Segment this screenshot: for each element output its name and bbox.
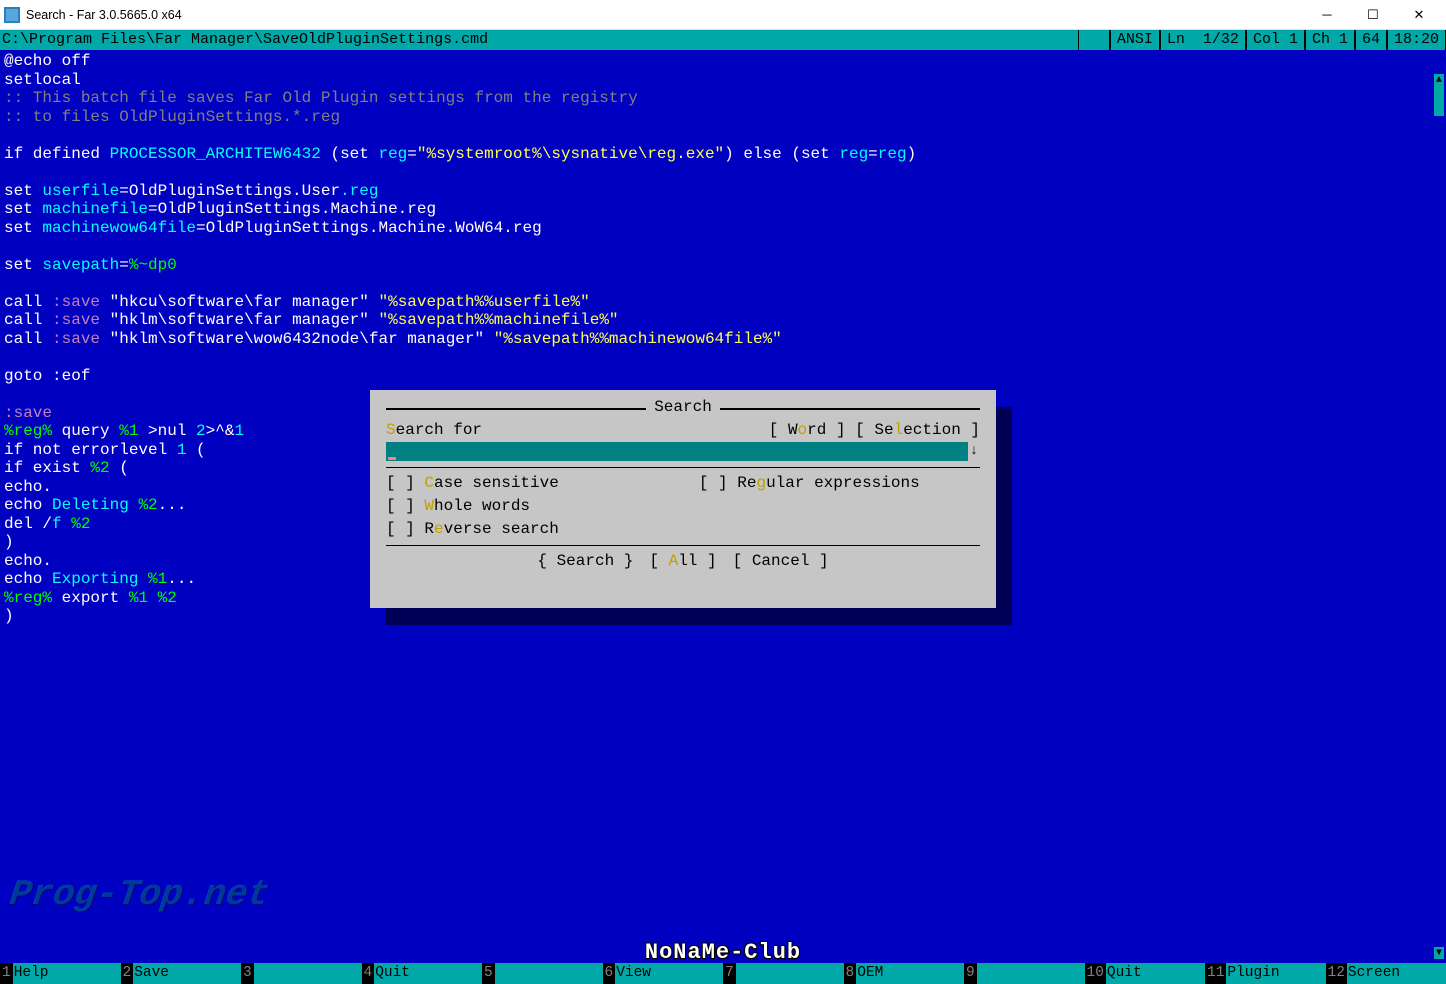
code-line: setlocal (4, 71, 81, 89)
f6-key[interactable]: 6View (603, 963, 724, 984)
search-input[interactable] (386, 442, 968, 461)
code-comment: :: to files OldPluginSettings.*.reg (4, 108, 340, 126)
window-titlebar: Search - Far 3.0.5665.0 x64 ─ ☐ ✕ (0, 0, 1446, 30)
close-button[interactable]: ✕ (1396, 1, 1442, 29)
function-key-bar: 1Help 2Save 3 4Quit 5 6View 7 8OEM 9 10Q… (0, 963, 1446, 984)
f4-key[interactable]: 4Quit (362, 963, 483, 984)
code-comment: :: This batch file saves Far Old Plugin … (4, 89, 638, 107)
f9-key[interactable]: 9 (964, 963, 1085, 984)
f1-key[interactable]: 1Help (0, 963, 121, 984)
selection-option[interactable]: [ Selection ] (846, 421, 980, 440)
cancel-button[interactable]: [ Cancel ] (729, 552, 833, 571)
f5-key[interactable]: 5 (482, 963, 603, 984)
f10-key[interactable]: 10Quit (1085, 963, 1206, 984)
app-icon (4, 7, 20, 23)
codepage: 64 (1355, 30, 1387, 50)
case-sensitive-checkbox[interactable]: [ ] Case sensitive (386, 474, 559, 493)
vertical-scrollbar[interactable]: ▲ ▼ (1434, 74, 1444, 959)
search-dialog: Search Search for [ Word ] [ Selection ]… (370, 390, 996, 608)
minimize-button[interactable]: ─ (1304, 1, 1350, 29)
history-dropdown-icon[interactable]: ↓ (968, 442, 980, 461)
regex-checkbox[interactable]: [ ] Regular expressions (699, 474, 920, 493)
window-title: Search - Far 3.0.5665.0 x64 (26, 8, 1304, 22)
reverse-search-checkbox[interactable]: [ ] Reverse search (386, 520, 559, 539)
f12-key[interactable]: 12Screen (1326, 963, 1446, 984)
editor-status-bar: C:\Program Files\Far Manager\SaveOldPlug… (0, 30, 1446, 50)
scroll-down-icon[interactable]: ▼ (1434, 947, 1444, 959)
col-indicator: Col 1 (1246, 30, 1305, 50)
scroll-up-icon[interactable]: ▲ (1434, 74, 1444, 86)
f7-key[interactable]: 7 (723, 963, 844, 984)
f3-key[interactable]: 3 (241, 963, 362, 984)
ch-indicator: Ch 1 (1305, 30, 1355, 50)
text-cursor (388, 457, 396, 460)
line-indicator: Ln 1/32 (1160, 30, 1246, 50)
code-line: @echo off (4, 52, 90, 70)
scroll-thumb[interactable] (1434, 86, 1444, 116)
word-option[interactable]: [ Word ] (769, 421, 846, 440)
watermark-text-2: NoNaMe-Club (645, 940, 801, 963)
f8-key[interactable]: 8OEM (844, 963, 965, 984)
watermark-text: Prog-Top.net (7, 874, 272, 915)
encoding: ANSI (1110, 30, 1160, 50)
file-path: C:\Program Files\Far Manager\SaveOldPlug… (0, 30, 1078, 50)
unknown-cell (1078, 30, 1110, 50)
search-for-label: Search for (386, 421, 482, 440)
f2-key[interactable]: 2Save (121, 963, 242, 984)
all-button[interactable]: [ All ] (645, 552, 720, 571)
whole-words-checkbox[interactable]: [ ] Whole words (386, 497, 530, 516)
editor-area[interactable]: @echo off setlocal :: This batch file sa… (0, 50, 1446, 963)
search-button[interactable]: { Search } (533, 552, 637, 571)
maximize-button[interactable]: ☐ (1350, 1, 1396, 29)
dialog-title: Search (646, 398, 720, 417)
f11-key[interactable]: 11Plugin (1205, 963, 1326, 984)
time: 18:20 (1387, 30, 1446, 50)
